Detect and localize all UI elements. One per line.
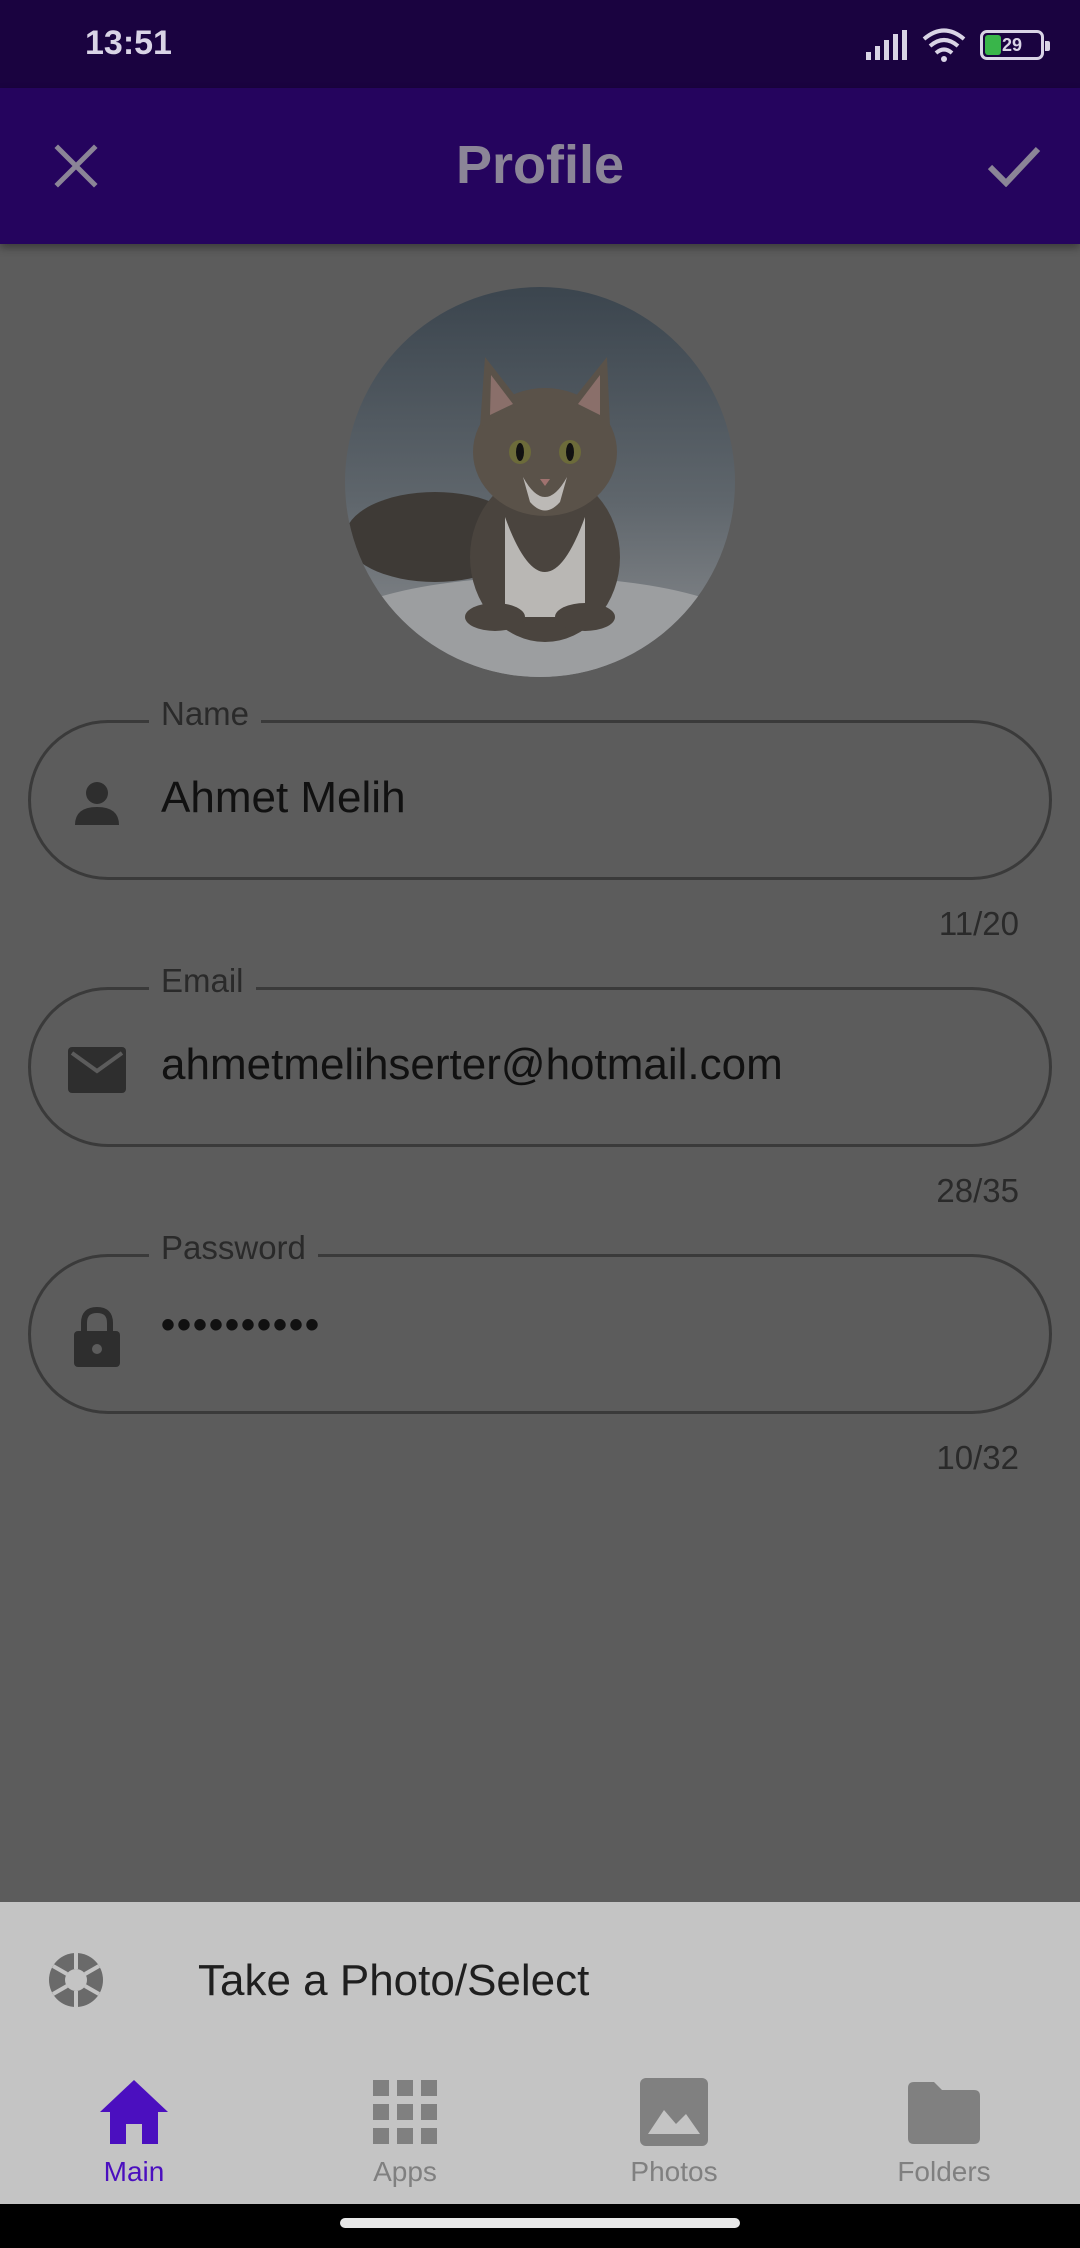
- gesture-bar: [0, 2204, 1080, 2248]
- check-icon: [987, 146, 1041, 187]
- wifi-icon: [922, 28, 966, 62]
- battery-level: 29: [1001, 34, 1023, 55]
- take-photo-option[interactable]: Take a Photo/Select: [0, 1902, 1080, 2054]
- status-time: 13:51: [85, 24, 172, 62]
- email-label: Email: [149, 962, 256, 1000]
- bottom-sheet: Take a Photo/Select Main Apps Photos Fol…: [0, 1902, 1080, 2204]
- apps-grid-icon: [373, 2080, 437, 2144]
- profile-avatar[interactable]: [345, 287, 735, 677]
- save-button[interactable]: [974, 126, 1054, 206]
- nav-label-main: Main: [103, 2156, 165, 2187]
- image-icon: [640, 2078, 708, 2146]
- take-photo-label: Take a Photo/Select: [198, 1956, 590, 2005]
- nav-item-main[interactable]: Main: [24, 2054, 244, 2204]
- email-counter: 28/35: [936, 1172, 1019, 1209]
- signal-icon: [866, 30, 907, 60]
- folder-icon: [908, 2082, 980, 2144]
- status-icons: 29: [866, 28, 1050, 62]
- password-label: Password: [149, 1229, 318, 1267]
- name-counter: 11/20: [938, 905, 1019, 942]
- bottom-nav: Main Apps Photos Folders: [0, 2054, 1080, 2204]
- name-label: Name: [149, 695, 262, 733]
- password-counter: 10/32: [936, 1439, 1019, 1476]
- home-gesture-handle[interactable]: [340, 2218, 740, 2228]
- nav-item-photos[interactable]: Photos: [564, 2054, 784, 2204]
- person-icon: [67, 773, 127, 833]
- email-input[interactable]: ahmetmelihserter@hotmail.com: [161, 1040, 783, 1090]
- mail-icon: [67, 1040, 127, 1100]
- home-icon: [100, 2080, 168, 2144]
- camera-shutter-icon: [49, 1953, 103, 2007]
- battery-icon: 29: [980, 30, 1050, 60]
- name-field[interactable]: Name Ahmet Melih: [28, 695, 1052, 880]
- nav-label-folders: Folders: [897, 2156, 991, 2187]
- cat-photo: [345, 287, 735, 677]
- lock-icon: [67, 1307, 127, 1367]
- app-bar: Profile: [0, 88, 1080, 244]
- nav-item-apps[interactable]: Apps: [295, 2054, 515, 2204]
- nav-label-apps: Apps: [373, 2156, 437, 2187]
- password-field[interactable]: Password ••••••••••: [28, 1229, 1052, 1414]
- nav-item-folders[interactable]: Folders: [834, 2054, 1054, 2204]
- name-input[interactable]: Ahmet Melih: [161, 773, 406, 823]
- password-input[interactable]: ••••••••••: [161, 1303, 321, 1348]
- status-bar: 13:51 29: [0, 0, 1080, 88]
- nav-label-photos: Photos: [630, 2156, 718, 2187]
- page-title: Profile: [455, 135, 625, 195]
- email-field[interactable]: Email ahmetmelihserter@hotmail.com: [28, 962, 1052, 1147]
